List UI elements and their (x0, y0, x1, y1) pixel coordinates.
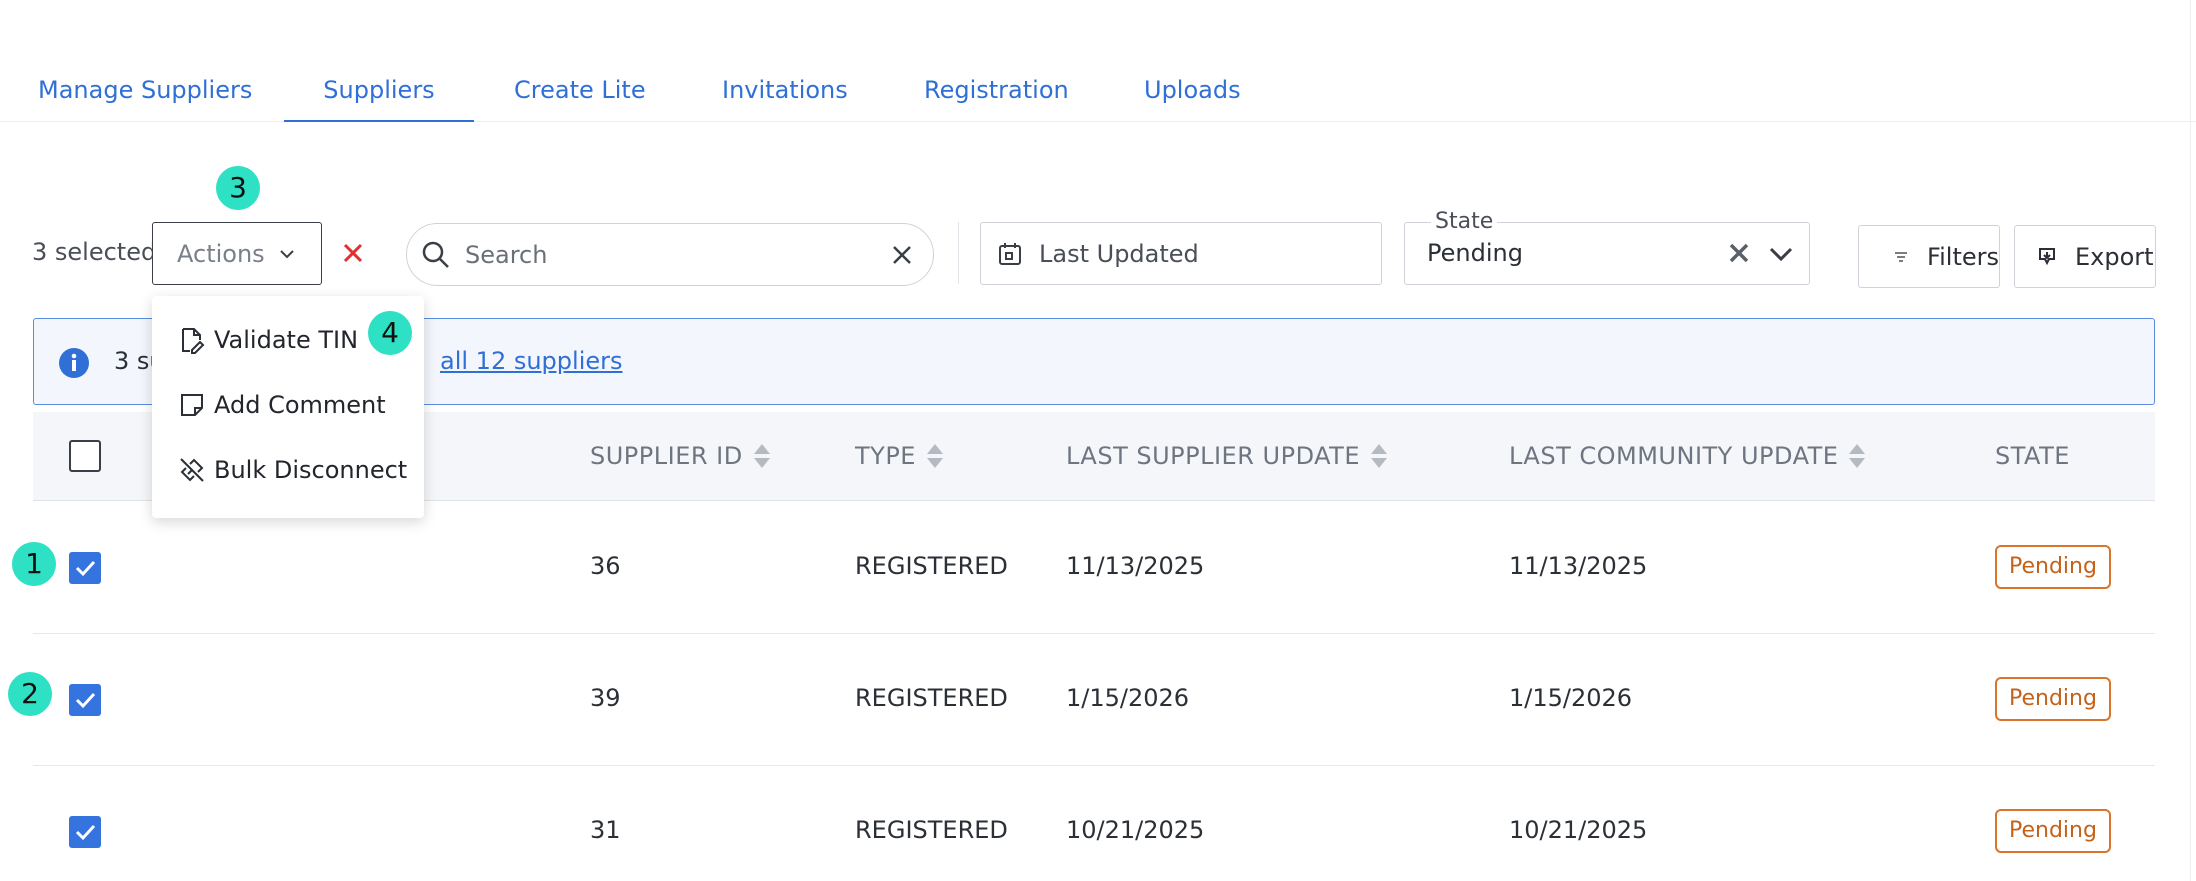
search-field (406, 223, 934, 286)
tab-manage-suppliers[interactable]: Manage Suppliers (38, 72, 252, 122)
last-supplier-update-cell: 1/15/2026 (1066, 684, 1190, 712)
row-checkbox[interactable] (69, 552, 101, 584)
state-legend: State (1431, 209, 1498, 234)
step-marker: 2 (8, 672, 52, 716)
actions-label: Actions (177, 239, 265, 268)
select-all-checkbox[interactable] (69, 440, 101, 472)
row-checkbox[interactable] (69, 684, 101, 716)
column-header-label: TYPE (855, 442, 916, 470)
column-header-label: LAST SUPPLIER UPDATE (1066, 442, 1361, 470)
sticky-note-icon (181, 394, 203, 416)
menu-item-label: Add Comment (214, 391, 386, 419)
clear-state-icon[interactable] (1728, 242, 1750, 264)
state-selected-value: Pending (1427, 239, 1523, 267)
column-header-last-supplier-update[interactable]: LAST SUPPLIER UPDATE (1066, 442, 1388, 470)
checkmark-icon (75, 692, 96, 709)
tab-uploads[interactable]: Uploads (1144, 72, 1241, 122)
type-cell: REGISTERED (855, 816, 1008, 844)
calendar-icon (999, 242, 1021, 265)
chevron-down-icon (279, 249, 294, 258)
menu-item-validate-tin[interactable]: Validate TIN (178, 320, 358, 360)
status-badge: Pending (1995, 545, 2111, 589)
checkmark-icon (75, 824, 96, 841)
column-header-label: SUPPLIER ID (590, 442, 743, 470)
info-icon (59, 348, 89, 378)
export-icon (2039, 247, 2055, 265)
type-cell: REGISTERED (855, 552, 1008, 580)
menu-item-add-comment[interactable]: Add Comment (178, 385, 386, 425)
last-supplier-update-cell: 11/13/2025 (1066, 552, 1205, 580)
selected-count: 3 selected (32, 238, 157, 266)
clear-selection-icon[interactable] (336, 236, 370, 270)
chevron-down-icon[interactable] (1768, 244, 1794, 264)
date-field-placeholder: Last Updated (1039, 239, 1199, 268)
last-updated-date-field[interactable]: Last Updated (980, 222, 1382, 285)
search-icon (422, 241, 449, 268)
table-row: 36 REGISTERED 11/13/2025 11/13/2025 Pend… (33, 502, 2155, 634)
menu-item-bulk-disconnect[interactable]: Bulk Disconnect (178, 450, 407, 490)
step-marker: 1 (12, 542, 56, 586)
tab-create-lite[interactable]: Create Lite (514, 72, 646, 122)
sort-icon (1371, 444, 1388, 468)
search-input[interactable] (465, 240, 885, 269)
column-header-supplier-id[interactable]: SUPPLIER ID (590, 442, 771, 470)
table-row: 39 REGISTERED 1/15/2026 1/15/2026 Pendin… (33, 634, 2155, 766)
unlink-icon (180, 458, 204, 482)
tab-suppliers[interactable]: Suppliers (284, 72, 474, 122)
page-border (2190, 0, 2191, 881)
filters-button[interactable]: Filters (1858, 225, 2000, 288)
filters-label: Filters (1927, 242, 1999, 271)
last-community-update-cell: 11/13/2025 (1509, 552, 1648, 580)
column-header-type[interactable]: TYPE (855, 442, 944, 470)
column-header-last-community-update[interactable]: LAST COMMUNITY UPDATE (1509, 442, 1866, 470)
last-community-update-cell: 10/21/2025 (1509, 816, 1648, 844)
file-edit-icon (182, 328, 205, 354)
actions-dropdown-button[interactable]: Actions (152, 222, 322, 285)
sort-icon (926, 444, 943, 468)
close-icon[interactable] (887, 240, 917, 270)
sort-icon (753, 444, 770, 468)
last-supplier-update-cell: 10/21/2025 (1066, 816, 1205, 844)
select-all-suppliers-link[interactable]: all 12 suppliers (440, 347, 623, 375)
export-button[interactable]: Export (2014, 225, 2156, 288)
step-marker: 4 (368, 311, 412, 355)
checkmark-icon (75, 560, 96, 577)
step-marker: 3 (216, 166, 260, 210)
column-header-label: STATE (1995, 442, 2070, 470)
tab-bar: Manage Suppliers Suppliers Create Lite I… (0, 0, 2196, 122)
export-label: Export (2075, 242, 2154, 271)
toolbar-divider (958, 222, 959, 284)
sort-icon (1849, 444, 1866, 468)
supplier-id-cell: 39 (590, 684, 621, 712)
supplier-id-cell: 36 (590, 552, 621, 580)
column-header-label: LAST COMMUNITY UPDATE (1509, 442, 1839, 470)
row-checkbox[interactable] (69, 816, 101, 848)
status-badge: Pending (1995, 677, 2111, 721)
menu-item-label: Bulk Disconnect (214, 456, 408, 484)
last-community-update-cell: 1/15/2026 (1509, 684, 1633, 712)
menu-item-label: Validate TIN (214, 326, 359, 354)
type-cell: REGISTERED (855, 684, 1008, 712)
supplier-id-cell: 31 (590, 816, 621, 844)
column-header-state: STATE (1995, 442, 2070, 470)
tab-invitations[interactable]: Invitations (722, 72, 848, 122)
status-badge: Pending (1995, 809, 2111, 853)
table-row: 31 REGISTERED 10/21/2025 10/21/2025 Pend… (33, 766, 2155, 881)
filter-icon (1895, 251, 1908, 262)
tab-registration[interactable]: Registration (924, 72, 1069, 122)
